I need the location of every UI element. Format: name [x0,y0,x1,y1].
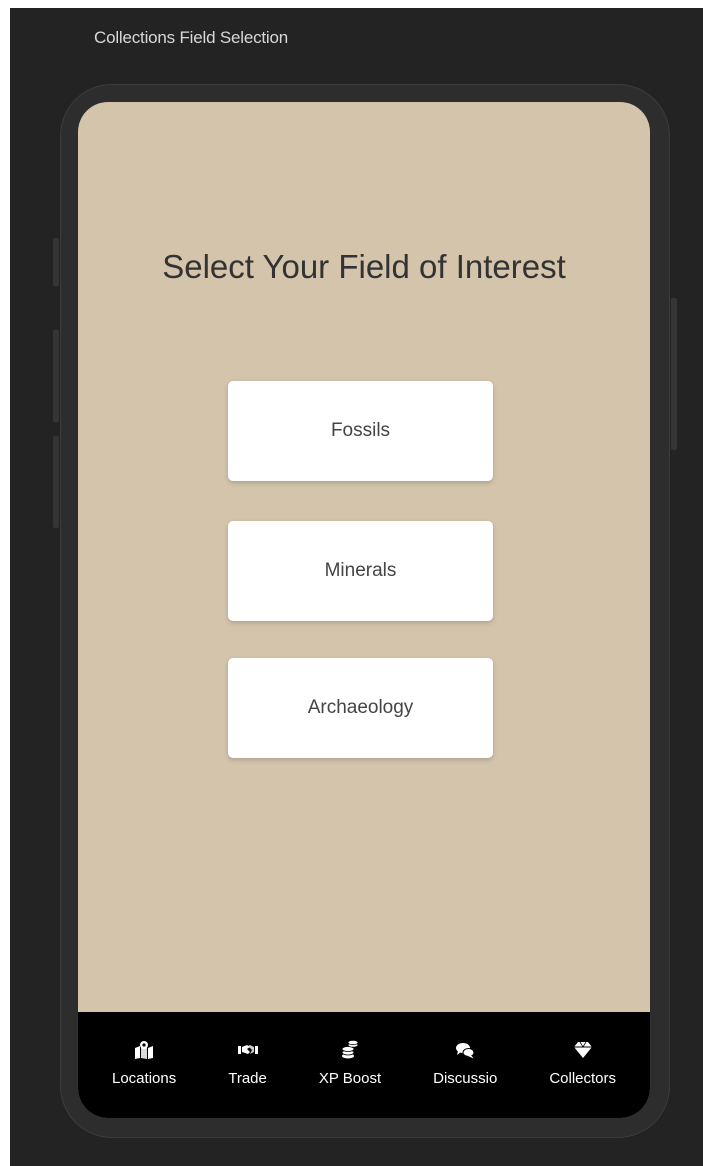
tab-discussion[interactable]: Discussio [433,1012,497,1118]
app-screen: Select Your Field of Interest Fossils Mi… [78,102,650,1118]
coins-icon [340,1040,360,1060]
device-silent-switch [53,238,59,286]
tab-locations[interactable]: Locations [112,1012,176,1118]
bottom-tab-bar: Locations Trade XP Boost Discussio Colle… [78,1012,650,1118]
frame-title: Collections Field Selection [94,28,288,47]
map-marker-icon [134,1040,154,1060]
tab-locations-label: Locations [112,1070,177,1087]
device-volume-down [53,436,59,528]
tab-trade[interactable]: Trade [228,1012,267,1118]
tab-collectors[interactable]: Collectors [549,1012,616,1118]
page-title: Select Your Field of Interest [162,248,566,285]
tab-collectors-label: Collectors [549,1070,616,1087]
option-minerals-button[interactable]: Minerals [228,521,493,621]
comments-icon [455,1040,475,1060]
option-archaeology-button[interactable]: Archaeology [228,658,493,758]
tab-xp-boost[interactable]: XP Boost [319,1012,381,1118]
gem-icon [573,1040,593,1060]
device-power-button [671,298,677,450]
option-fossils-button[interactable]: Fossils [228,381,493,481]
device-volume-up [53,330,59,422]
canvas: Collections Field Selection Select Your … [10,8,703,1166]
handshake-icon [237,1040,258,1060]
tab-xp-boost-label: XP Boost [318,1070,382,1087]
tab-discussion-label: Discussio [433,1070,498,1087]
tab-trade-label: Trade [228,1070,267,1087]
